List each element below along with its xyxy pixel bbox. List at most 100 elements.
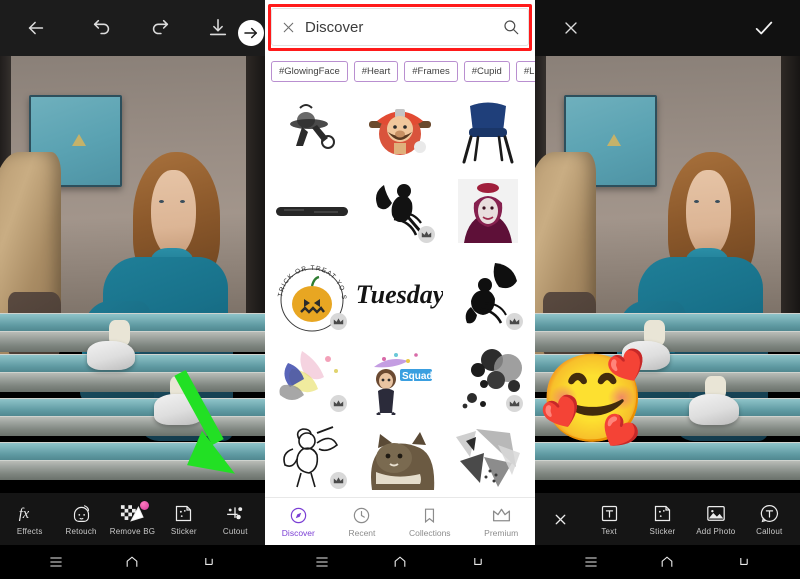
confirm-button[interactable]	[742, 6, 786, 50]
redo-button[interactable]	[138, 6, 182, 50]
tab-recent[interactable]: Recent	[348, 506, 375, 538]
sticker-dark-brush-stroke[interactable]	[269, 171, 355, 250]
subject-photo	[0, 56, 265, 493]
sticker-icon	[652, 502, 673, 524]
tool-label: Retouch	[65, 527, 96, 536]
tool-label: Sticker	[650, 527, 676, 536]
chip-glowingface[interactable]: #GlowingFace	[271, 61, 348, 82]
tool-remove-bg[interactable]: Remove BG	[107, 502, 157, 536]
sticker-cat-photo[interactable]	[357, 422, 443, 497]
tab-label: Collections	[409, 528, 451, 538]
sticker-sheet-tabs: Discover Recent Collections	[265, 497, 535, 545]
tool-label: Callout	[756, 527, 782, 536]
download-button[interactable]	[196, 6, 240, 50]
menu-icon[interactable]	[314, 554, 330, 570]
bottom-toolbar-right: Text Sticker Add Photo	[535, 493, 800, 545]
tool-label: Cutout	[223, 527, 248, 536]
sticker-ballerina-sketch[interactable]	[269, 90, 355, 169]
image-icon	[705, 502, 727, 524]
top-toolbar-right	[535, 0, 800, 56]
premium-crown-icon	[418, 226, 435, 243]
tool-label: Text	[601, 527, 616, 536]
tab-premium[interactable]: Premium	[484, 506, 518, 538]
tool-label: Sticker	[171, 527, 197, 536]
menu-icon[interactable]	[583, 554, 599, 570]
tool-retouch[interactable]: Retouch	[56, 502, 106, 536]
chip-heart[interactable]: #Heart	[354, 61, 399, 82]
sticker-firefighter-emoji[interactable]	[357, 90, 443, 169]
android-nav-right	[535, 545, 800, 579]
back-icon[interactable]	[736, 554, 752, 570]
premium-crown-icon	[330, 395, 347, 412]
tool-close[interactable]	[541, 508, 581, 530]
sticker-cupid-flying[interactable]	[445, 253, 531, 338]
tab-label: Recent	[348, 528, 375, 538]
step-arrow-annotation	[238, 20, 264, 46]
sticker-blue-chair[interactable]	[445, 90, 531, 169]
sticker-squad-character[interactable]: Squad	[357, 340, 443, 419]
search-icon[interactable]	[502, 18, 520, 36]
tool-cutout[interactable]: Cutout	[210, 502, 260, 536]
callout-icon	[759, 502, 780, 524]
back-icon[interactable]	[201, 554, 217, 570]
android-nav-center	[265, 545, 535, 579]
tool-add-photo[interactable]: Add Photo	[691, 502, 741, 536]
bottom-toolbar-left: fx Effects Retouch	[0, 493, 265, 545]
search-input[interactable]: Discover	[305, 19, 494, 36]
text-icon	[599, 502, 620, 524]
tab-label: Premium	[484, 528, 518, 538]
chip-frames[interactable]: #Frames	[404, 61, 457, 82]
android-nav-left	[0, 545, 265, 579]
sticker-cupid-silhouette[interactable]	[357, 171, 443, 250]
compass-icon	[289, 506, 308, 525]
top-toolbar-left	[0, 0, 265, 56]
sticker-grid: TRICK OR TREAT YO SELF Tuesday	[265, 86, 535, 497]
home-icon[interactable]	[124, 554, 140, 570]
chip-partial[interactable]: #L	[516, 61, 535, 82]
close-icon[interactable]	[280, 19, 297, 36]
photo-editor-left: fx Effects Retouch	[0, 0, 265, 579]
close-icon	[552, 508, 569, 530]
editor-panel-before: fx Effects Retouch	[0, 0, 265, 579]
fx-icon: fx	[18, 502, 42, 524]
back-button[interactable]	[14, 6, 58, 50]
sticker-paint-splash[interactable]	[269, 340, 355, 419]
applied-emoji-sticker[interactable]: 🥰	[539, 356, 646, 442]
sticker-trick-or-treat-pumpkin[interactable]: TRICK OR TREAT YO SELF	[269, 253, 355, 338]
hashtag-chip-row[interactable]: #GlowingFace #Heart #Frames #Cupid #L	[265, 56, 535, 86]
new-badge	[140, 501, 149, 510]
undo-button[interactable]	[80, 6, 124, 50]
tool-text[interactable]: Text	[584, 502, 634, 536]
premium-crown-icon	[330, 472, 347, 489]
menu-icon[interactable]	[48, 554, 64, 570]
sticker-tuesday-lettering[interactable]: Tuesday	[357, 253, 443, 338]
tool-effects[interactable]: fx Effects	[5, 502, 55, 536]
sticker-geometric-triangles[interactable]	[445, 422, 531, 497]
tool-sticker[interactable]: Sticker	[159, 502, 209, 536]
sticker-cherub-lineart[interactable]	[269, 422, 355, 497]
tool-callout[interactable]: Callout	[744, 502, 794, 536]
tool-label: Add Photo	[696, 527, 735, 536]
search-bar[interactable]: Discover	[271, 8, 529, 46]
sticker-ink-blots[interactable]	[445, 340, 531, 419]
cancel-button[interactable]	[549, 6, 593, 50]
sticker-sheet: Discover #GlowingFace #Heart #Frames #Cu…	[265, 0, 535, 579]
clock-icon	[352, 506, 371, 525]
home-icon[interactable]	[659, 554, 675, 570]
home-icon[interactable]	[392, 554, 408, 570]
premium-crown-icon	[506, 395, 523, 412]
chip-cupid[interactable]: #Cupid	[464, 61, 510, 82]
tool-sticker[interactable]: Sticker	[637, 502, 687, 536]
sticker-picker-panel: Discover #GlowingFace #Heart #Frames #Cu…	[265, 0, 535, 579]
sticker-masked-portrait[interactable]	[445, 171, 531, 250]
tab-collections[interactable]: Collections	[409, 506, 451, 538]
back-icon[interactable]	[470, 554, 486, 570]
tab-label: Discover	[282, 528, 315, 538]
bookmark-icon	[420, 506, 439, 525]
tool-label: Remove BG	[110, 527, 155, 536]
tab-discover[interactable]: Discover	[282, 506, 315, 538]
photo-canvas-left[interactable]	[0, 56, 265, 493]
editor-panel-after: 🥰 Text Sticker	[535, 0, 800, 579]
photo-canvas-right[interactable]: 🥰	[535, 56, 800, 493]
search-section: Discover	[265, 0, 535, 56]
